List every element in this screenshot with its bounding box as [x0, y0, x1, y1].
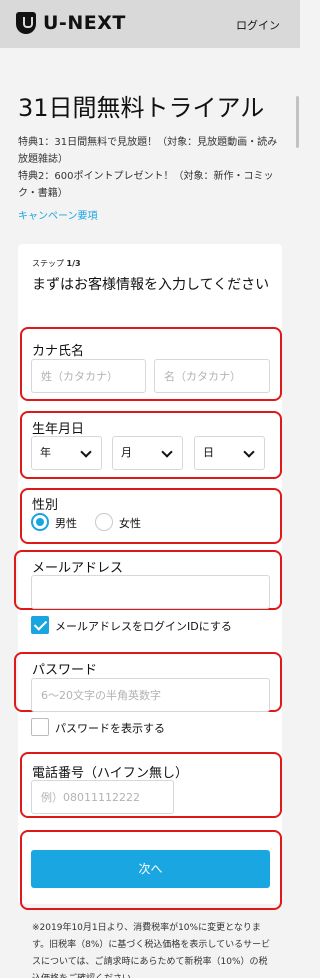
password-label: パスワード [32, 663, 98, 678]
logo[interactable]: U-NEXT [16, 12, 126, 34]
page-title: 31日間無料トライアル [18, 94, 265, 122]
email-input[interactable] [31, 575, 270, 609]
show-password-checkbox[interactable] [31, 718, 49, 736]
step-indicator: ステップ 1/3 [32, 258, 81, 269]
show-password-label[interactable]: パスワードを表示する [55, 720, 165, 736]
birthdate-label: 生年月日 [32, 422, 85, 437]
use-email-as-login-checkbox[interactable] [31, 616, 49, 634]
next-button[interactable]: 次へ [31, 850, 270, 888]
birth-year-select[interactable]: 年 [31, 436, 102, 470]
phone-label: 電話番号（ハイフン無し） [32, 766, 189, 781]
perk-2-text: 特典2：600ポイントプレゼント！（対象：新作・コミック・書籍） [18, 171, 274, 199]
birth-day-select[interactable]: 日 [194, 436, 265, 470]
login-link[interactable]: ログイン [236, 17, 280, 33]
gender-male-label[interactable]: 男性 [55, 515, 77, 531]
campaign-terms-link[interactable]: キャンペーン要項 [18, 207, 98, 222]
phone-input[interactable] [31, 780, 174, 814]
birth-month-select[interactable]: 月 [112, 436, 183, 470]
birth-year-value: 年 [40, 446, 51, 459]
gender-label: 性別 [32, 498, 59, 513]
perk-1-text: 特典1：31日間無料で見放題！（対象：見放題動画・読み放題雑誌） [18, 137, 278, 165]
kana-last-name-input[interactable] [31, 359, 146, 393]
chevron-down-icon [243, 446, 255, 458]
use-email-as-login-label[interactable]: メールアドレスをログインIDにする [55, 618, 232, 634]
birth-month-value: 月 [121, 446, 132, 459]
kana-name-label: カナ氏名 [32, 344, 85, 359]
tax-notice-text: ※2019年10月1日より、消費税率が10%に変更となります。旧税率（8%）に基… [32, 923, 271, 978]
logo-text: U-NEXT [43, 12, 126, 34]
gender-female-radio[interactable] [95, 513, 113, 531]
birth-day-value: 日 [203, 446, 214, 459]
password-input[interactable] [31, 678, 270, 712]
unext-logo-icon [16, 12, 36, 34]
step-value: 1/3 [66, 259, 81, 268]
chevron-down-icon [161, 446, 173, 458]
email-label: メールアドレス [32, 561, 124, 576]
step-prefix: ステップ [32, 259, 64, 268]
form-lead-text: まずはお客様情報を入力してください [32, 277, 270, 293]
kana-first-name-input[interactable] [154, 359, 270, 393]
scrollbar[interactable] [296, 96, 299, 148]
gender-female-label[interactable]: 女性 [119, 515, 141, 531]
gender-male-radio[interactable] [31, 513, 49, 531]
chevron-down-icon [80, 446, 92, 458]
header: U-NEXT ログイン [0, 0, 300, 48]
